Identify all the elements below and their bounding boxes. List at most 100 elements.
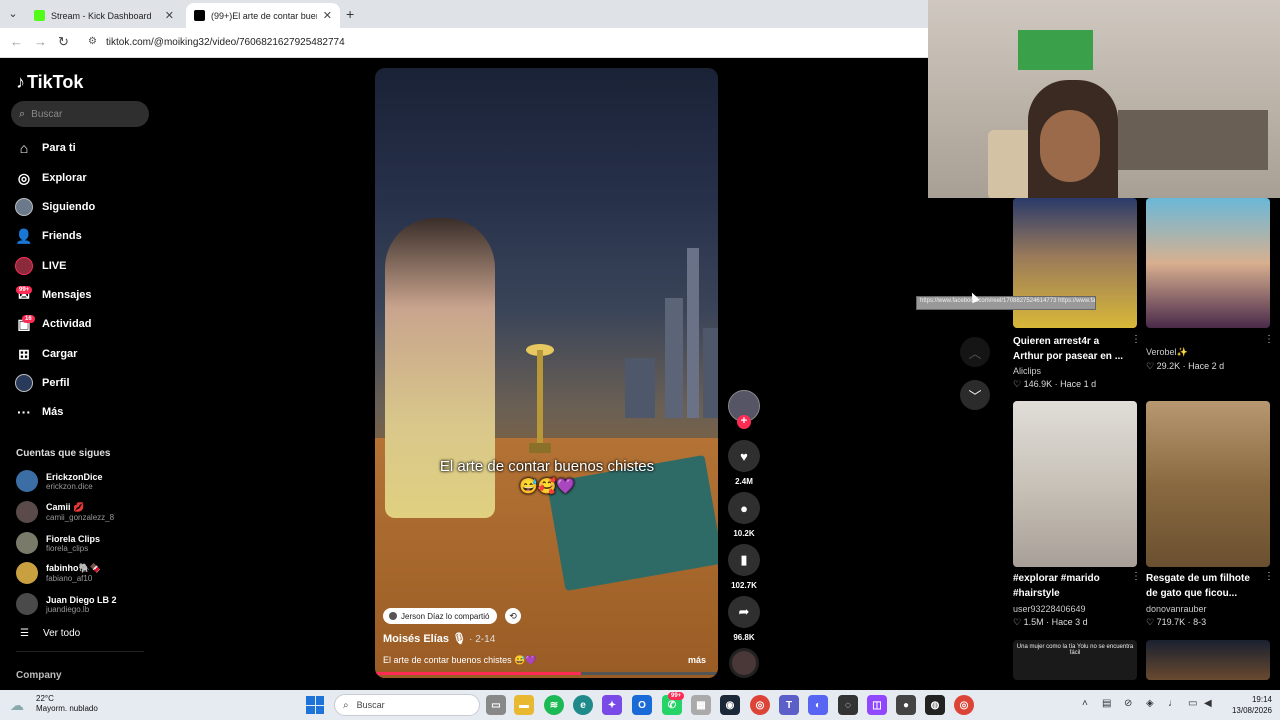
card-more-icon[interactable]: ⋮ <box>1131 571 1141 582</box>
share-button[interactable]: ➦ <box>728 596 760 628</box>
store-icon[interactable]: ▦ <box>691 695 711 715</box>
obs-icon[interactable]: ● <box>896 695 916 715</box>
shared-by-pill[interactable]: Jerson Díaz lo compartió <box>383 608 498 624</box>
company-link[interactable]: Company <box>16 670 62 681</box>
nav-friends[interactable]: 👤 Friends <box>14 225 82 247</box>
chrome-profile-icon[interactable]: ◎ <box>954 695 974 715</box>
forward-arrow-icon[interactable]: → <box>34 34 47 49</box>
tab-search-menu-icon[interactable]: ⌄ <box>4 5 22 23</box>
discord-icon[interactable]: ◐ <box>808 695 828 715</box>
tab-title: (99+)El arte de contar buenos c <box>211 10 317 21</box>
url-field[interactable]: tiktok.com/@moiking32/video/760682162792… <box>106 37 345 48</box>
copilot-icon[interactable]: ✦ <box>602 695 622 715</box>
list-icon: ☰ <box>20 628 29 639</box>
video-progress-bar[interactable] <box>375 672 718 675</box>
comment-button[interactable]: ● <box>728 492 760 524</box>
taskbar-search[interactable]: ⌕ Buscar <box>334 694 480 716</box>
app-icon[interactable]: ◌ <box>838 695 858 715</box>
tray-app-icon[interactable]: ▤ <box>1102 698 1111 709</box>
edge-icon[interactable]: e <box>573 695 593 715</box>
weather-widget[interactable]: ☁ 22°C Mayorm. nublado <box>10 694 98 714</box>
search-input[interactable]: ⌕ Buscar <box>11 101 149 127</box>
twitch-icon[interactable]: ◫ <box>867 695 887 715</box>
system-clock[interactable]: 19:14 13/08/2026 <box>1222 694 1272 716</box>
music-disc-icon[interactable] <box>729 648 759 678</box>
weather-desc: Mayorm. nublado <box>36 704 98 713</box>
nav-label: Actividad <box>42 318 92 330</box>
previous-video-button[interactable]: ︿ <box>960 337 990 367</box>
card-likes: 1.5M <box>1023 617 1044 627</box>
view-all-button[interactable]: ☰ Ver todo <box>20 628 80 639</box>
following-account[interactable]: ErickzonDice erickzon.dice <box>16 468 103 494</box>
video-thumbnail <box>1146 401 1270 567</box>
tray-app-icon[interactable]: ◈ <box>1146 698 1154 709</box>
back-arrow-icon[interactable]: ← <box>10 34 23 49</box>
repost-icon[interactable]: ⟲ <box>505 608 521 624</box>
file-explorer-icon[interactable]: ▬ <box>514 695 534 715</box>
outlook-icon[interactable]: O <box>632 695 652 715</box>
start-button[interactable] <box>306 696 324 714</box>
more-button[interactable]: más <box>688 655 706 665</box>
account-handle: erickzon.dice <box>46 481 93 491</box>
divider <box>16 651 144 652</box>
cloud-icon: ☁ <box>10 697 24 713</box>
tiktok-logo[interactable]: ♪ TikTok <box>16 72 83 93</box>
video-author[interactable]: Moisés Elías 🎙 · 2-14 <box>383 632 495 645</box>
close-tab-icon[interactable]: ✕ <box>323 9 332 22</box>
nav-siguiendo[interactable]: Siguiendo <box>14 196 95 218</box>
nav-perfil[interactable]: Perfil <box>14 372 70 394</box>
following-account[interactable]: Camii 💋 camii_gonzalezz_8 <box>16 499 114 525</box>
nav-explorar[interactable]: ◎ Explorar <box>14 167 87 189</box>
nav-label: Friends <box>42 230 82 242</box>
account-name: Juan Diego LB 2 <box>46 594 117 605</box>
teams-icon[interactable]: T <box>779 695 799 715</box>
progress-fill <box>375 672 581 675</box>
nav-live[interactable]: LIVE <box>14 255 66 277</box>
browser-tab-kick[interactable]: Stream - Kick Dashboard ✕ <box>26 3 182 28</box>
shares-count: 96.8K <box>733 633 755 642</box>
card-title: #explorar #marido #hairstyle <box>1013 573 1100 599</box>
save-button[interactable]: ▮ <box>728 544 760 576</box>
live-icon <box>14 256 34 276</box>
steam-icon[interactable]: ◉ <box>720 695 740 715</box>
view-all-label: Ver todo <box>42 628 81 639</box>
card-likes: 29.2K <box>1156 361 1181 371</box>
task-view-icon[interactable]: ▭ <box>486 695 506 715</box>
nav-mas[interactable]: ··· Más <box>14 401 63 423</box>
network-icon[interactable]: ▭ <box>1188 698 1197 709</box>
following-icon <box>14 197 34 217</box>
reload-icon[interactable]: ↻ <box>58 34 69 50</box>
saves-count: 102.7K <box>731 581 757 590</box>
microphone-icon[interactable]: ♩ <box>1168 698 1178 709</box>
following-account[interactable]: fabinho🐘🍫 fabiano_af10 <box>16 560 101 586</box>
volume-icon[interactable]: ◀ <box>1204 698 1212 709</box>
following-account[interactable]: Juan Diego LB 2 juandiego.lb <box>16 591 117 617</box>
new-tab-button[interactable]: + <box>346 6 354 22</box>
follow-plus-icon[interactable]: + <box>737 415 751 429</box>
card-time: · Hace 1 d <box>1054 379 1097 389</box>
like-button[interactable]: ♥ <box>728 440 760 472</box>
tray-app-icon[interactable]: ⊘ <box>1124 698 1132 709</box>
card-more-icon[interactable]: ⋮ <box>1264 334 1274 345</box>
card-user: user93228406649 <box>1013 604 1086 614</box>
card-more-icon[interactable]: ⋮ <box>1264 571 1274 582</box>
site-info-icon[interactable]: ⚙ <box>88 36 97 47</box>
activity-badge: 16 <box>22 315 35 323</box>
link-tooltip: https://www.facebook.com/reel/1708827524… <box>916 296 1096 310</box>
nav-cargar[interactable]: ⊞ Cargar <box>14 343 77 365</box>
browser-tab-tiktok[interactable]: (99+)El arte de contar buenos c ✕ <box>186 3 340 28</box>
tray-overflow-icon[interactable]: ˄ <box>1082 698 1088 709</box>
nav-para-ti[interactable]: ⌂ Para ti <box>14 137 76 159</box>
author-emoji: 🎙 <box>452 633 467 645</box>
next-video-button[interactable]: ﹀ <box>960 380 990 410</box>
card-more-icon[interactable]: ⋮ <box>1131 334 1141 345</box>
nav-label: Más <box>42 406 64 418</box>
following-account[interactable]: Fiorela Clips fiorela_clips <box>16 530 100 556</box>
account-name: Fiorela Clips <box>46 533 101 544</box>
app-icon[interactable]: ◍ <box>925 695 945 715</box>
chrome-icon[interactable]: ◎ <box>750 695 770 715</box>
close-tab-icon[interactable]: ✕ <box>165 9 174 22</box>
avatar <box>16 532 38 554</box>
spotify-icon[interactable]: ≋ <box>544 695 564 715</box>
video-player[interactable]: El arte de contar buenos chistes 😅🥰💜 Jer… <box>375 68 718 678</box>
